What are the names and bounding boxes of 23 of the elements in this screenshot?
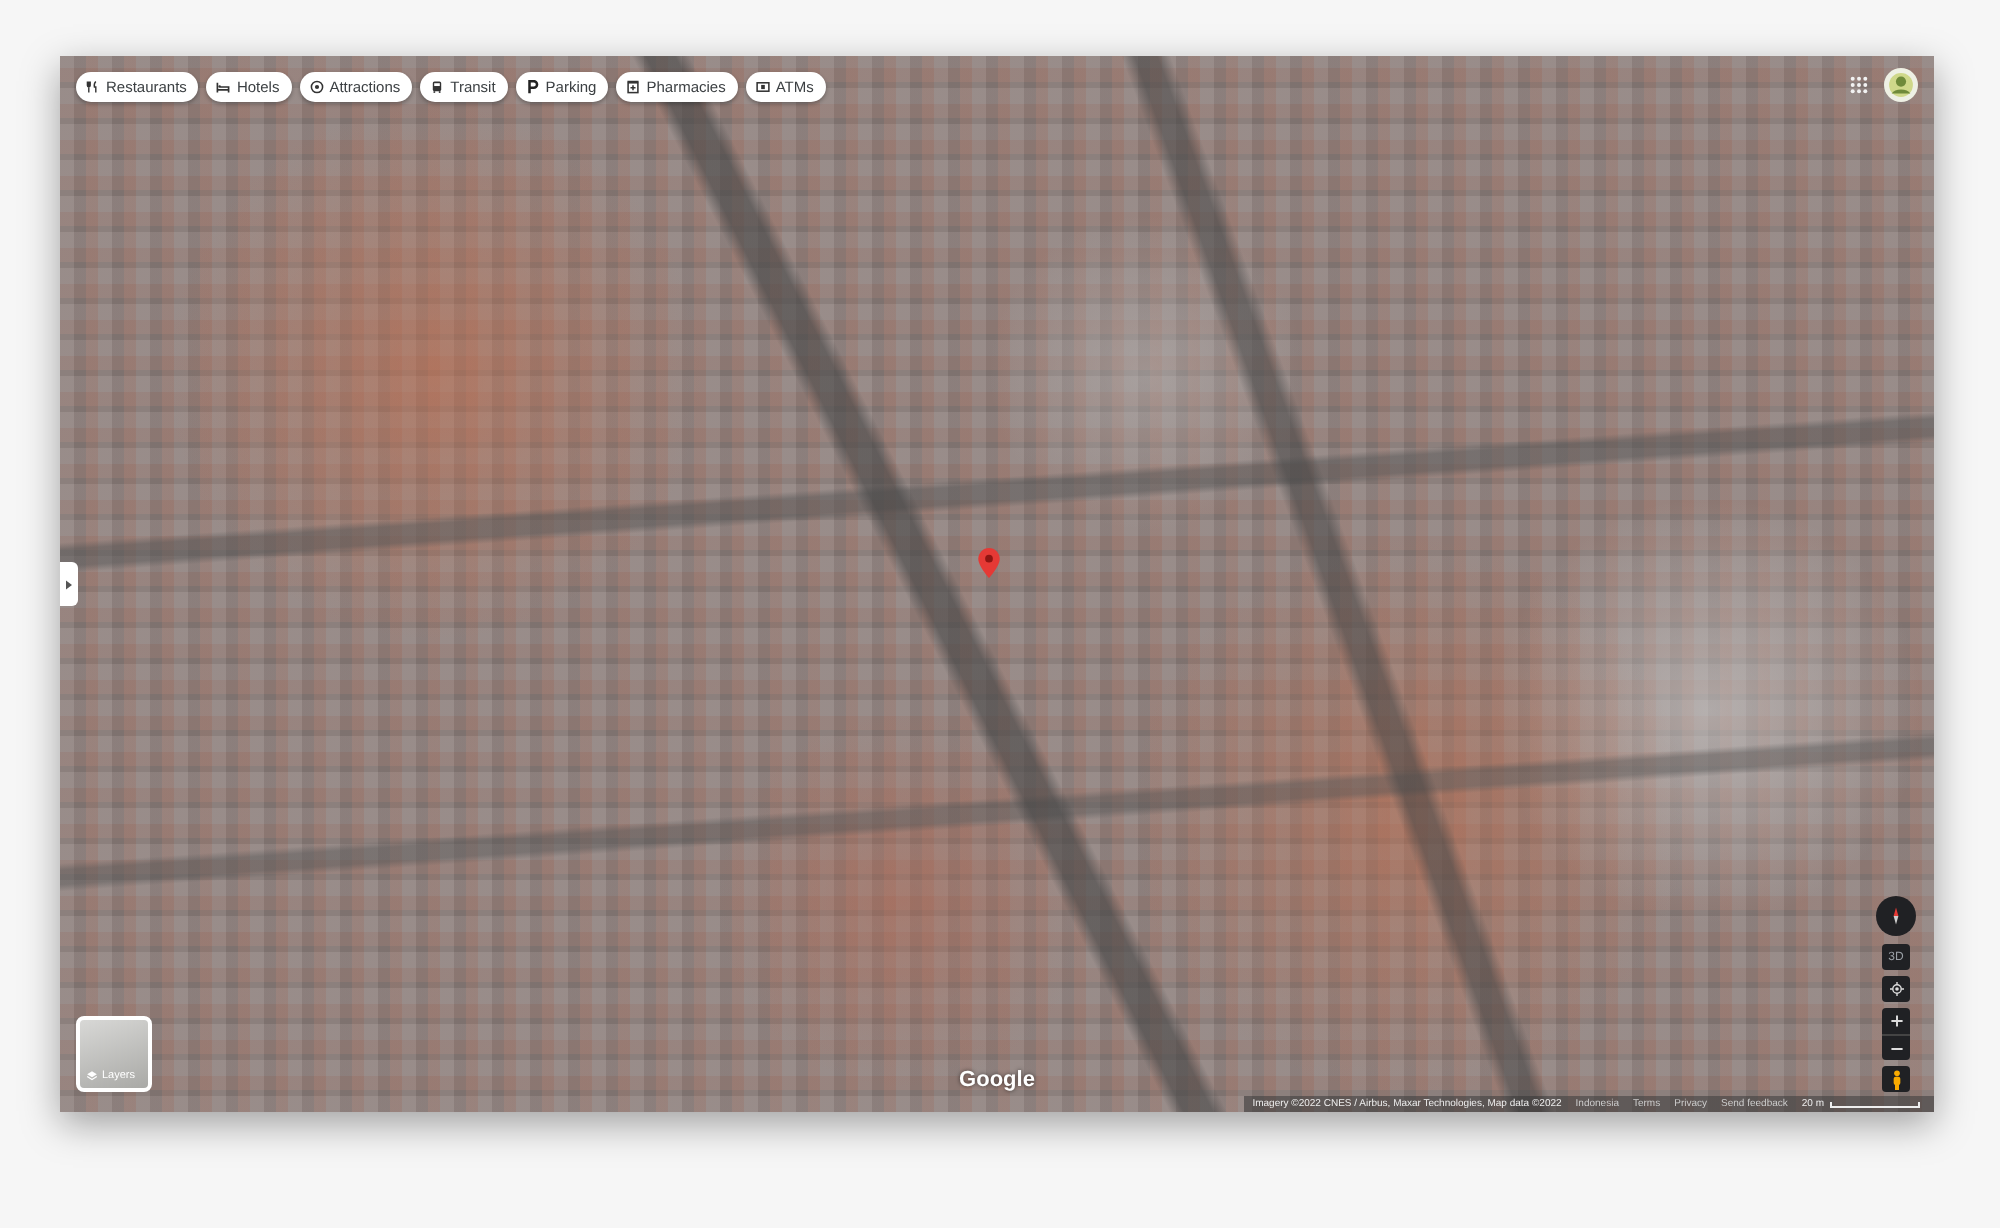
location-pin-icon <box>978 548 1000 578</box>
crosshair-icon <box>1889 982 1903 996</box>
fork-knife-icon <box>86 80 100 94</box>
my-location-button[interactable] <box>1882 976 1910 1002</box>
plus-icon <box>1889 1014 1903 1028</box>
parking-p-icon <box>525 80 540 94</box>
caret-icon <box>66 579 72 589</box>
scale-bar <box>1830 1101 1920 1107</box>
pegman-icon <box>1891 1069 1901 1089</box>
banknote-icon <box>755 80 770 94</box>
avatar-icon[interactable] <box>1884 68 1918 102</box>
zoom-out-button[interactable] <box>1882 1034 1910 1060</box>
zoom-in-button[interactable] <box>1882 1008 1910 1034</box>
circle-dot-icon <box>309 80 324 94</box>
collapse-panel-tab[interactable] <box>60 562 78 606</box>
pharmacy-cross-icon <box>626 80 641 94</box>
layers-icon <box>86 1070 98 1082</box>
apps-grid-icon[interactable] <box>1850 76 1868 94</box>
street-view-button[interactable] <box>1882 1066 1910 1092</box>
bus-icon <box>430 80 445 94</box>
google-logo: Google <box>959 1068 1035 1092</box>
compass-needle-icon <box>1890 904 1902 928</box>
bed-icon <box>216 80 231 94</box>
